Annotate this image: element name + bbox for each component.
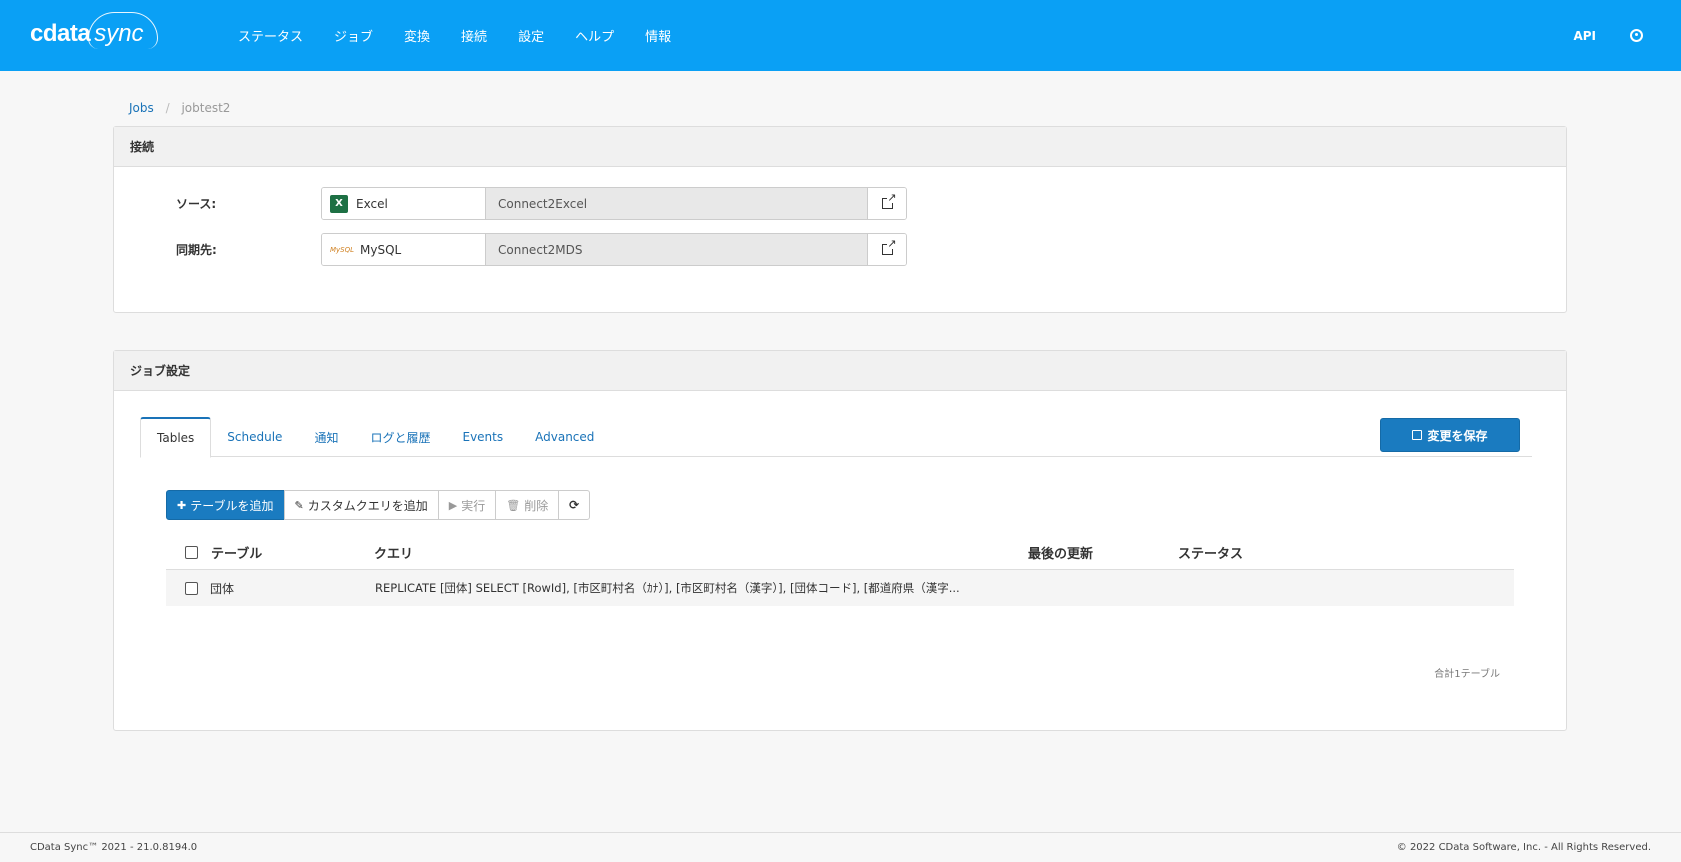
breadcrumb-jobs-link[interactable]: Jobs: [129, 101, 154, 115]
header-status[interactable]: ステータス: [1178, 543, 1378, 562]
destination-open-button[interactable]: [868, 234, 906, 265]
edit-icon: ✎: [294, 498, 304, 512]
run-button[interactable]: ▶ 実行: [437, 490, 497, 520]
breadcrumb: Jobs / jobtest2: [129, 101, 230, 115]
save-changes-button[interactable]: 変更を保存: [1380, 418, 1520, 452]
nav-item-info[interactable]: 情報: [645, 26, 671, 45]
destination-type: MySQL MySQL: [322, 234, 486, 265]
table-header: テーブル クエリ 最後の更新 ステータス: [166, 536, 1514, 570]
copyright-text: © 2022 CData Software, Inc. - All Rights…: [1396, 842, 1651, 853]
page-footer: CData Sync™ 2021 - 21.0.8194.0 © 2022 CD…: [0, 832, 1681, 862]
nav-item-transform[interactable]: 変換: [404, 26, 430, 45]
play-icon: ▶: [448, 498, 458, 512]
logo-sub-text: sync: [88, 12, 159, 49]
external-link-icon: [881, 192, 897, 209]
header-table[interactable]: テーブル: [198, 543, 374, 562]
select-all-checkbox[interactable]: [185, 546, 198, 559]
save-changes-label: 変更を保存: [1427, 428, 1488, 443]
destination-connection-group: MySQL MySQL Connect2MDS: [321, 233, 907, 266]
refresh-button[interactable]: ⟳: [558, 490, 591, 520]
table-row[interactable]: 団体 REPLICATE [団体] SELECT [RowId], [市区町村名…: [166, 570, 1514, 606]
source-connection-group: X Excel Connect2Excel: [321, 187, 907, 220]
header-last-updated[interactable]: 最後の更新: [1028, 543, 1178, 562]
source-type-label: Excel: [356, 196, 388, 211]
job-settings-panel: ジョブ設定 Tables Schedule 通知 ログと履歴 Events Ad…: [113, 350, 1567, 731]
source-row: ソース: X Excel Connect2Excel: [176, 187, 907, 220]
nav-item-connections[interactable]: 接続: [461, 26, 487, 45]
destination-type-label: MySQL: [360, 242, 402, 257]
job-settings-tabs: Tables Schedule 通知 ログと履歴 Events Advanced: [140, 417, 1532, 458]
connections-panel-title: 接続: [114, 127, 1566, 167]
cdata-sync-logo[interactable]: cdata sync: [30, 12, 159, 54]
row-checkbox[interactable]: [185, 581, 198, 595]
nav-api-link[interactable]: API: [1573, 29, 1596, 43]
delete-label: 削除: [524, 498, 549, 513]
tab-schedule[interactable]: Schedule: [211, 417, 298, 457]
add-table-button[interactable]: ✚ テーブルを追加: [166, 490, 285, 520]
tab-logs-history[interactable]: ログと履歴: [354, 417, 446, 457]
nav-item-jobs[interactable]: ジョブ: [334, 26, 373, 45]
delete-button[interactable]: 🗑 削除: [495, 490, 560, 520]
plus-icon: ✚: [177, 498, 187, 512]
tab-advanced[interactable]: Advanced: [519, 417, 610, 457]
refresh-icon: ⟳: [569, 498, 580, 512]
header-query[interactable]: クエリ: [374, 543, 1028, 562]
user-icon[interactable]: [1630, 29, 1643, 42]
logo-main-text: cdata: [30, 20, 91, 47]
source-type: X Excel: [322, 188, 486, 219]
tables-toolbar: ✚ テーブルを追加 ✎ カスタムクエリを追加 ▶ 実行 🗑 削除 ⟳: [166, 490, 591, 520]
destination-connection-name: Connect2MDS: [486, 234, 868, 265]
run-label: 実行: [461, 498, 486, 513]
row-query[interactable]: REPLICATE [団体] SELECT [RowId], [市区町村名（ｶﾅ…: [375, 580, 1029, 596]
add-custom-query-label: カスタムクエリを追加: [307, 498, 428, 513]
save-icon: [1412, 430, 1423, 440]
nav-item-status[interactable]: ステータス: [238, 26, 303, 45]
add-table-label: テーブルを追加: [190, 498, 274, 513]
main-nav: ステータス ジョブ 変換 接続 設定 ヘルプ 情報: [238, 0, 702, 71]
nav-item-help[interactable]: ヘルプ: [575, 26, 614, 45]
job-settings-panel-title: ジョブ設定: [114, 351, 1566, 391]
external-link-icon: [881, 238, 897, 255]
version-text: CData Sync™ 2021 - 21.0.8194.0: [30, 842, 198, 853]
tables-grid: テーブル クエリ 最後の更新 ステータス 団体 REPLICATE [団体] S…: [166, 536, 1514, 606]
breadcrumb-current: jobtest2: [181, 101, 231, 115]
source-label: ソース:: [176, 197, 217, 211]
tab-events[interactable]: Events: [446, 417, 519, 457]
tab-tables[interactable]: Tables: [140, 417, 212, 458]
table-total-count: 合計1テーブル: [1434, 669, 1500, 680]
add-custom-query-button[interactable]: ✎ カスタムクエリを追加: [283, 490, 439, 520]
excel-icon: X: [330, 194, 348, 213]
nav-right: API: [1573, 0, 1643, 71]
destination-label: 同期先:: [176, 243, 217, 257]
source-connection-name: Connect2Excel: [486, 188, 868, 219]
top-navbar: cdata sync ステータス ジョブ 変換 接続 設定 ヘルプ 情報 API: [0, 0, 1681, 71]
mysql-icon: MySQL: [330, 245, 355, 254]
breadcrumb-separator: /: [165, 101, 170, 115]
row-table-name[interactable]: 団体: [198, 580, 374, 597]
tab-notifications[interactable]: 通知: [298, 417, 354, 457]
connections-panel: 接続 ソース: X Excel Connect2Excel 同期先: MySQL…: [113, 126, 1567, 313]
destination-row: 同期先: MySQL MySQL Connect2MDS: [176, 233, 907, 266]
nav-item-settings[interactable]: 設定: [518, 26, 544, 45]
source-open-button[interactable]: [868, 188, 906, 219]
trash-icon: 🗑: [506, 498, 521, 512]
